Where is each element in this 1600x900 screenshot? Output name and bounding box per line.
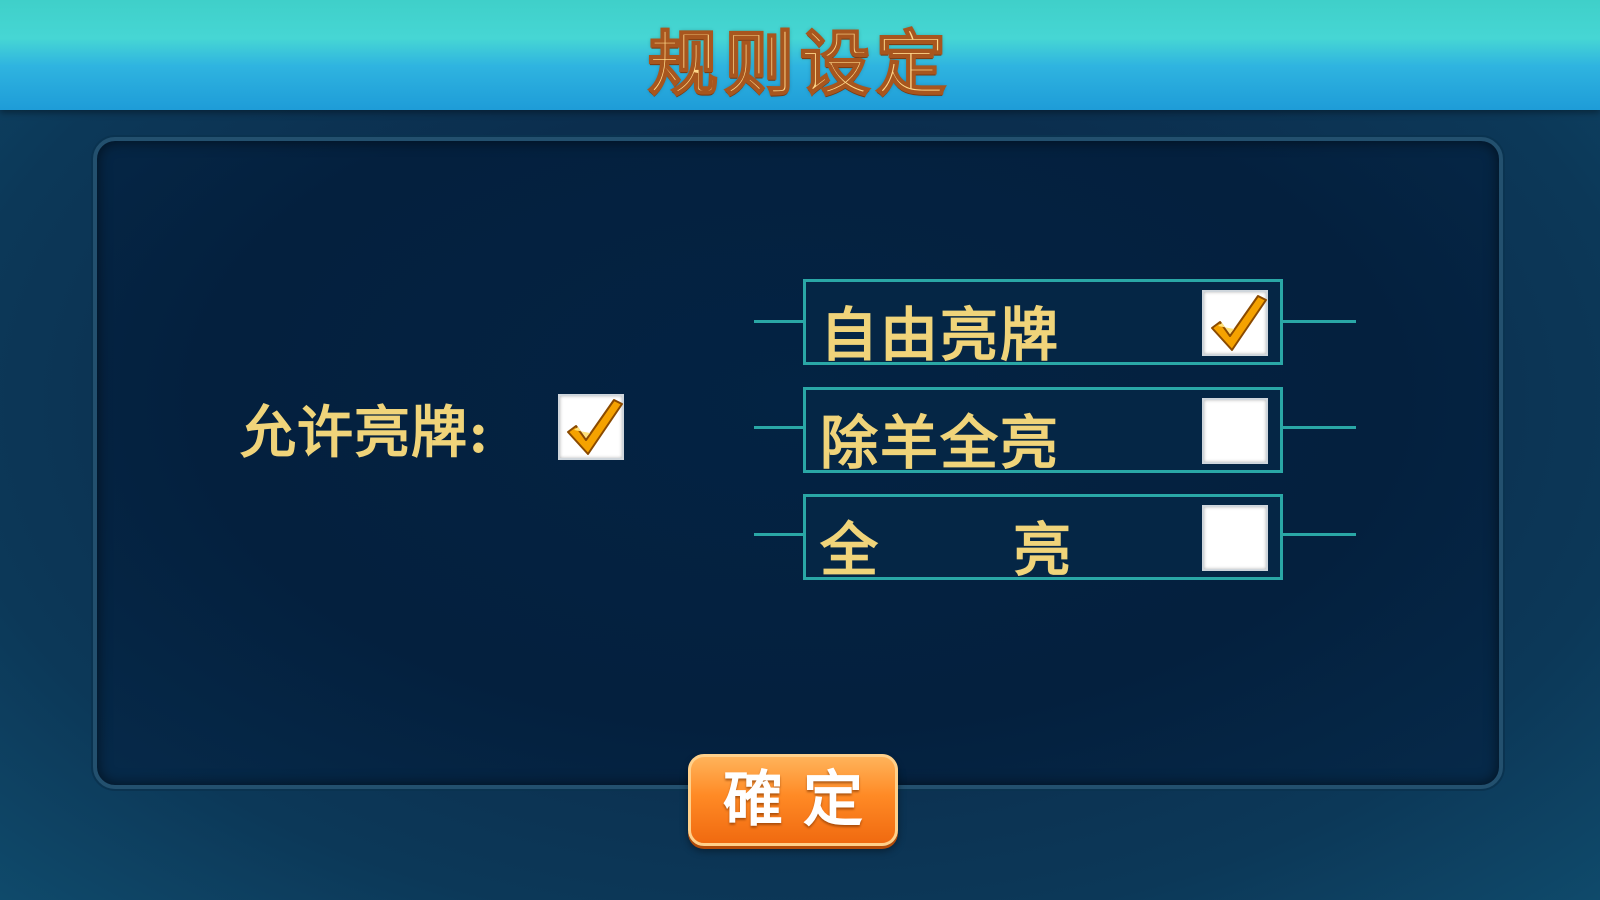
option-label: 除羊全亮	[820, 409, 1061, 477]
option-label: 全 亮	[820, 516, 1074, 584]
option-label: 自由亮牌	[820, 301, 1061, 369]
confirm-button-label: 確定	[723, 765, 883, 835]
connector-line	[754, 533, 806, 536]
connector-line	[754, 426, 806, 429]
title-bar: 规则设定	[0, 0, 1600, 110]
checkmark-icon	[567, 399, 623, 455]
allow-show-label: 允许亮牌:	[240, 400, 490, 466]
connector-line	[1280, 320, 1356, 323]
connector-line	[1280, 426, 1356, 429]
option-show-all[interactable]: 全 亮	[803, 494, 1283, 584]
confirm-button[interactable]: 確定	[688, 754, 898, 846]
allow-show-checkbox[interactable]	[558, 394, 624, 460]
connector-line	[1280, 533, 1356, 536]
checkmark-icon	[1211, 295, 1267, 351]
show-all-checkbox[interactable]	[1202, 505, 1268, 571]
option-show-all-except-sheep[interactable]: 除羊全亮	[803, 387, 1283, 477]
page-title: 规则设定	[647, 21, 952, 106]
option-free-show[interactable]: 自由亮牌	[803, 279, 1283, 369]
free-show-checkbox[interactable]	[1202, 290, 1268, 356]
connector-line	[754, 320, 806, 323]
show-all-except-sheep-checkbox[interactable]	[1202, 398, 1268, 464]
